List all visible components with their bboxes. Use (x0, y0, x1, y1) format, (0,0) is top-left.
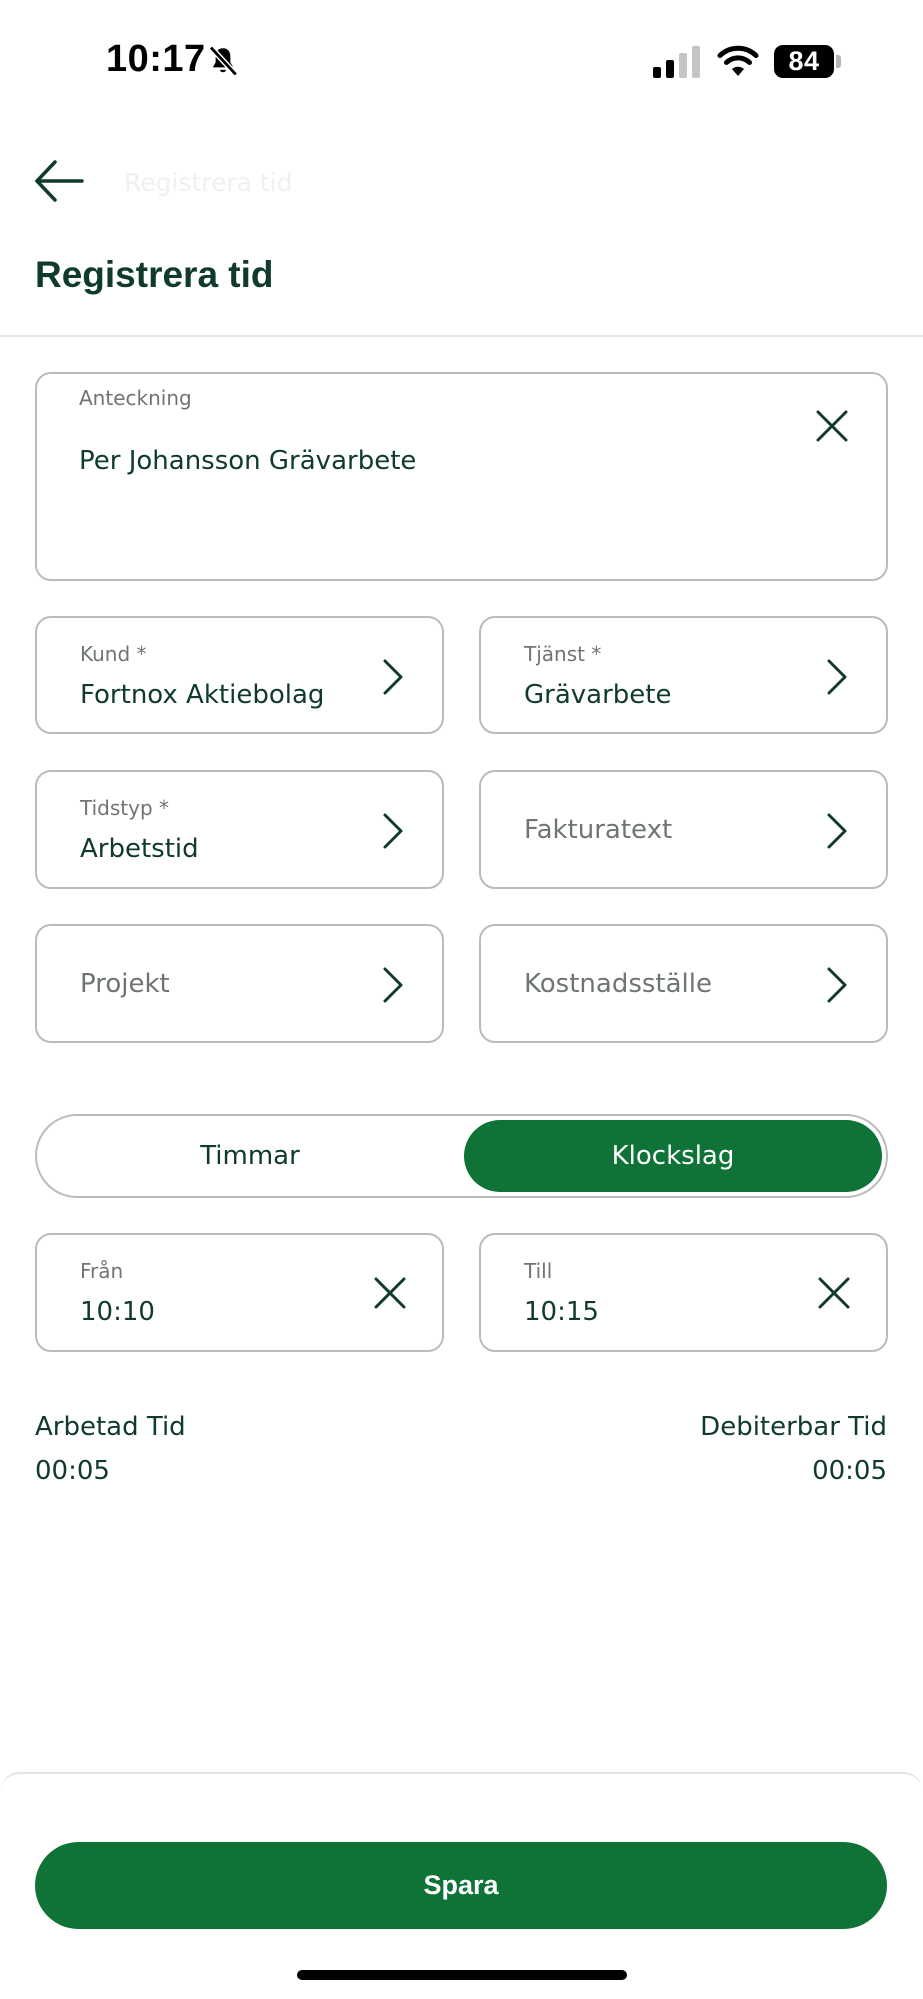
chevron-right-icon (383, 967, 403, 1003)
mode-toggle: Timmar Klockslag (35, 1114, 888, 1198)
chevron-right-icon (383, 659, 403, 695)
page-title: Registrera tid (35, 254, 274, 295)
note-value[interactable]: Per Johansson Grävarbete (79, 446, 416, 476)
chevron-right-icon (383, 813, 403, 849)
time-type-value: Arbetstid (80, 834, 199, 864)
service-label: Tjänst * (524, 642, 602, 666)
battery-tip (836, 55, 841, 68)
chevron-right-icon (827, 813, 847, 849)
to-time-field[interactable]: Till 10:15 (479, 1233, 888, 1352)
battery-level: 84 (788, 46, 820, 76)
time-type-label: Tidstyp * (80, 796, 170, 820)
wifi-icon (717, 45, 759, 76)
from-time-field[interactable]: Från 10:10 (35, 1233, 444, 1352)
customer-label: Kund * (80, 642, 147, 666)
project-field[interactable]: Projekt (35, 924, 444, 1043)
project-placeholder: Projekt (80, 968, 170, 999)
note-label: Anteckning (79, 386, 192, 410)
from-time-label: Från (80, 1259, 124, 1283)
tab-timmar[interactable]: Timmar (41, 1120, 459, 1192)
close-icon[interactable] (372, 1275, 408, 1311)
customer-field[interactable]: Kund * Fortnox Aktiebolag (35, 616, 444, 734)
customer-value: Fortnox Aktiebolag (80, 680, 325, 710)
note-field[interactable]: Anteckning Per Johansson Grävarbete (35, 372, 888, 581)
battery-icon: 84 (774, 45, 834, 78)
from-time-value: 10:10 (80, 1297, 155, 1327)
service-field[interactable]: Tjänst * Grävarbete (479, 616, 888, 734)
save-button[interactable]: Spara (35, 1842, 887, 1929)
chevron-right-icon (827, 967, 847, 1003)
billable-time-value: 00:05 (812, 1456, 887, 1486)
back-button[interactable] (30, 155, 90, 207)
arrow-left-icon (35, 160, 84, 202)
to-time-label: Till (524, 1259, 553, 1283)
bell-slash-icon (208, 45, 238, 77)
header-divider (0, 335, 923, 337)
nav-title: Registrera tid (124, 168, 293, 197)
register-time-screen: 10:17 84 Registrera tid Registrera tid A… (0, 0, 923, 1999)
close-icon[interactable] (816, 1275, 852, 1311)
invoice-text-placeholder: Fakturatext (524, 814, 673, 845)
close-icon[interactable] (814, 408, 850, 444)
worked-time-label: Arbetad Tid (35, 1412, 186, 1442)
cost-center-placeholder: Kostnadsställe (524, 968, 712, 999)
home-indicator (297, 1970, 627, 1980)
tab-klockslag[interactable]: Klockslag (464, 1120, 882, 1192)
worked-time-value: 00:05 (35, 1456, 110, 1486)
status-bar: 10:17 84 (0, 0, 923, 120)
invoice-text-field[interactable]: Fakturatext (479, 770, 888, 889)
cellular-signal-icon (653, 46, 700, 78)
billable-time-label: Debiterbar Tid (700, 1412, 887, 1442)
to-time-value: 10:15 (524, 1297, 599, 1327)
cost-center-field[interactable]: Kostnadsställe (479, 924, 888, 1043)
chevron-right-icon (827, 659, 847, 695)
status-time: 10:17 (106, 38, 206, 80)
service-value: Grävarbete (524, 680, 672, 710)
time-type-field[interactable]: Tidstyp * Arbetstid (35, 770, 444, 889)
